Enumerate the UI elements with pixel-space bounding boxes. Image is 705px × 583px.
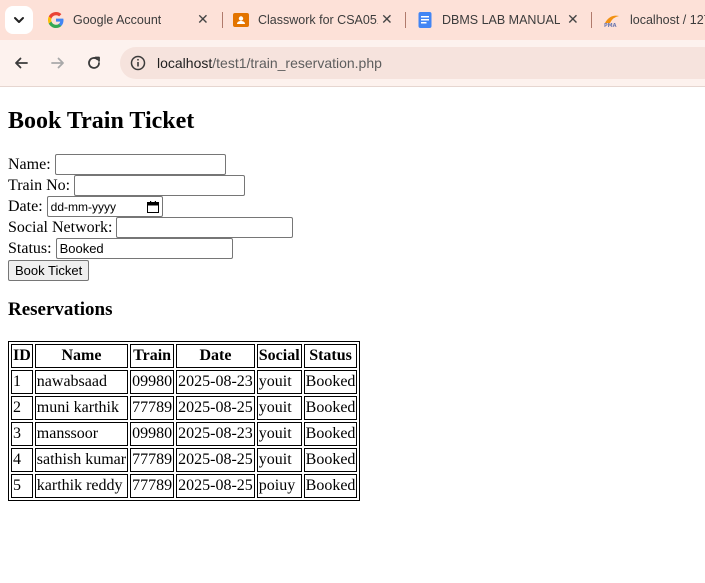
svg-text:PMA: PMA: [604, 23, 617, 28]
forward-button[interactable]: [46, 51, 70, 75]
table-cell: 09980: [130, 422, 175, 446]
tab-divider: [222, 12, 223, 28]
table-cell: youit: [256, 448, 302, 472]
arrow-left-icon: [15, 57, 28, 69]
social-network-input[interactable]: [116, 217, 294, 238]
table-cell: Booked: [303, 422, 358, 446]
docs-icon: [418, 12, 432, 28]
browser-toolbar: localhost/test1/train_reservation.php: [0, 40, 705, 87]
date-label: Date:: [8, 197, 43, 215]
table-row: 4 sathish kumar 77789 2025-08-25 youit B…: [11, 448, 358, 472]
reload-button[interactable]: [82, 51, 106, 75]
table-cell: 2025-08-25: [176, 448, 255, 472]
table-cell: manssoor: [34, 422, 129, 446]
phpmyadmin-icon: PMA: [604, 15, 619, 28]
date-input[interactable]: dd-mm-yyyy: [46, 196, 163, 217]
column-header: ID: [11, 344, 33, 368]
close-icon[interactable]: ✕: [197, 12, 209, 28]
table-cell: Booked: [303, 396, 358, 420]
table-cell: 1: [11, 370, 33, 394]
table-cell: Booked: [303, 370, 358, 394]
tab-search-button[interactable]: [5, 6, 33, 34]
column-header: Date: [176, 344, 255, 368]
table-cell: 3: [11, 422, 33, 446]
date-placeholder: dd-mm-yyyy: [50, 199, 116, 214]
chevron-down-icon: [14, 17, 24, 23]
table-cell: 77789: [130, 396, 175, 420]
tab-title: DBMS LAB MANUAL: [442, 13, 560, 27]
calendar-icon[interactable]: [146, 200, 159, 213]
reservations-table: ID Name Train Date Social Status 1 nawab…: [8, 341, 361, 501]
table-cell: 09980: [130, 370, 175, 394]
table-cell: 2: [11, 396, 33, 420]
tab-title: Google Account: [73, 13, 162, 27]
name-label: Name:: [8, 155, 51, 173]
table-row: 5 karthik reddy 77789 2025-08-25 poiuy B…: [11, 474, 358, 498]
tab-title: localhost / 127: [630, 13, 705, 27]
table-cell: 2025-08-23: [176, 422, 255, 446]
booking-form: Name: Train No: Date: dd-mm-yyyy Social …: [8, 154, 294, 281]
tab-phpmyadmin[interactable]: PMA localhost / 127: [603, 0, 705, 40]
book-ticket-button[interactable]: Book Ticket: [8, 259, 90, 281]
tab-dbms-manual[interactable]: DBMS LAB MANUAL ✕: [417, 0, 585, 40]
tab-google-account[interactable]: Google Account ✕: [48, 0, 218, 40]
tab-divider: [405, 12, 406, 28]
tab-classwork[interactable]: Classwork for CSA051 ✕: [233, 0, 398, 40]
table-cell: 77789: [130, 448, 175, 472]
table-cell: 2025-08-23: [176, 370, 255, 394]
table-cell: 5: [11, 474, 33, 498]
table-cell: Booked: [303, 448, 358, 472]
table-row: 3 manssoor 09980 2025-08-23 youit Booked: [11, 422, 358, 446]
status-input[interactable]: [55, 238, 233, 259]
table-cell: youit: [256, 370, 302, 394]
table-cell: muni karthik: [34, 396, 129, 420]
google-icon: [48, 12, 64, 28]
tab-divider: [591, 12, 592, 28]
tab-title: Classwork for CSA051: [258, 13, 378, 27]
table-row: 2 muni karthik 77789 2025-08-25 youit Bo…: [11, 396, 358, 420]
reload-icon: [88, 56, 100, 69]
table-cell: youit: [256, 396, 302, 420]
address-bar[interactable]: localhost/test1/train_reservation.php: [120, 47, 705, 79]
table-cell: youit: [256, 422, 302, 446]
column-header: Train: [130, 344, 175, 368]
table-cell: 2025-08-25: [176, 396, 255, 420]
table-cell: sathish kumar: [34, 448, 129, 472]
reservations-heading: Reservations: [8, 299, 113, 320]
tab-strip: Google Account ✕ Classwork for CSA051 ✕ …: [0, 0, 705, 40]
column-header: Status: [303, 344, 358, 368]
table-header-row: ID Name Train Date Social Status: [11, 344, 358, 368]
url-host: localhost: [157, 55, 213, 71]
site-info-icon[interactable]: [130, 55, 146, 71]
page-title: Book Train Ticket: [8, 108, 195, 134]
url-path: /test1/train_reservation.php: [212, 55, 382, 71]
url-text[interactable]: localhost/test1/train_reservation.php: [157, 55, 382, 71]
table-cell: 2025-08-25: [176, 474, 255, 498]
table-row: 1 nawabsaad 09980 2025-08-23 youit Booke…: [11, 370, 358, 394]
train-no-input[interactable]: [74, 175, 246, 196]
arrow-right-icon: [51, 57, 64, 69]
back-button[interactable]: [9, 51, 33, 75]
table-cell: karthik reddy: [34, 474, 129, 498]
table-cell: nawabsaad: [34, 370, 129, 394]
close-icon[interactable]: ✕: [381, 12, 393, 28]
table-cell: poiuy: [256, 474, 302, 498]
column-header: Social: [256, 344, 302, 368]
close-icon[interactable]: ✕: [567, 12, 579, 28]
name-input[interactable]: [54, 154, 226, 175]
classroom-icon: [233, 13, 249, 27]
table-cell: 4: [11, 448, 33, 472]
status-label: Status:: [8, 239, 52, 257]
column-header: Name: [34, 344, 129, 368]
table-cell: 77789: [130, 474, 175, 498]
train-no-label: Train No:: [8, 176, 71, 194]
social-network-label: Social Network:: [8, 218, 113, 236]
table-cell: Booked: [303, 474, 358, 498]
